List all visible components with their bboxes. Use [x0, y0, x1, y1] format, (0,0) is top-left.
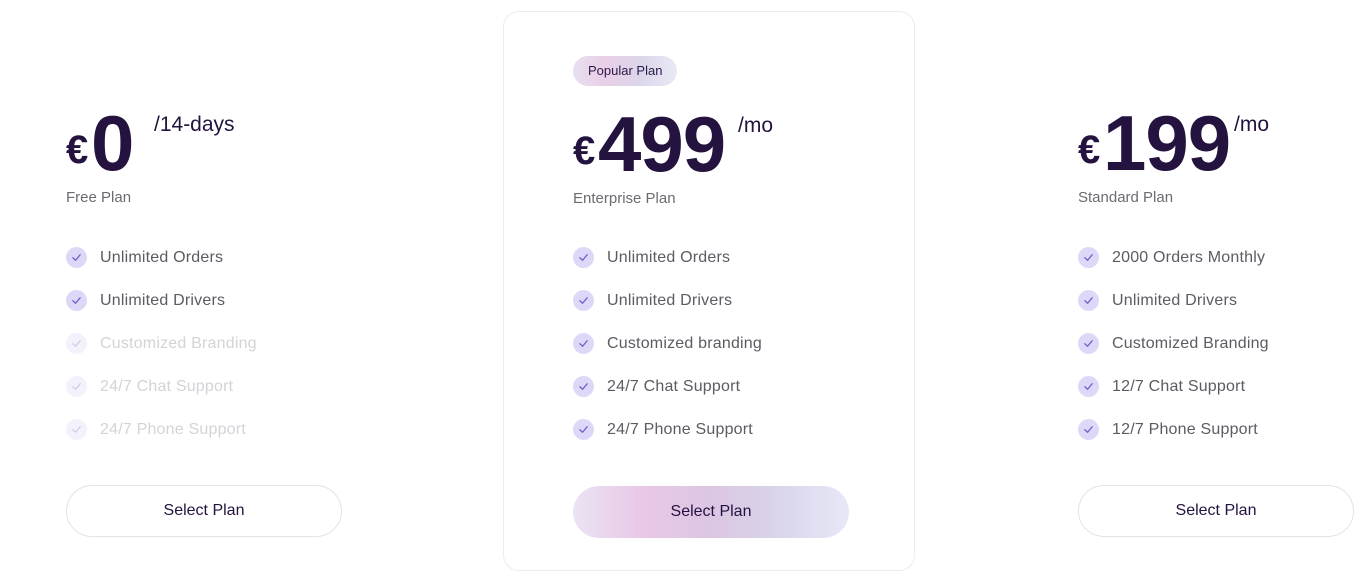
feature-item: Unlimited Orders	[66, 236, 326, 279]
select-plan-button-primary[interactable]: Select Plan	[573, 486, 849, 538]
plan-name: Enterprise Plan	[573, 190, 676, 207]
plan-name: Standard Plan	[1078, 189, 1174, 206]
feature-item: Unlimited Drivers	[1078, 279, 1358, 322]
feature-item: Customized Branding	[1078, 322, 1358, 365]
feature-list: 2000 Orders Monthly Unlimited Drivers Cu…	[1078, 236, 1358, 451]
feature-label: Unlimited Drivers	[1112, 291, 1238, 309]
feature-item: 24/7 Phone Support	[573, 408, 873, 451]
feature-label: Unlimited Orders	[100, 248, 224, 266]
price-period: /14-days	[154, 113, 235, 136]
feature-list: Unlimited Orders Unlimited Drivers Custo…	[573, 236, 873, 451]
check-icon	[66, 290, 87, 311]
feature-item-disabled: Customized Branding	[66, 322, 326, 365]
feature-label: 24/7 Chat Support	[100, 377, 234, 395]
feature-label: 2000 Orders Monthly	[1112, 248, 1266, 266]
feature-label: 24/7 Phone Support	[607, 420, 753, 438]
feature-item: 12/7 Chat Support	[1078, 365, 1358, 408]
check-icon	[573, 333, 594, 354]
popular-badge: Popular Plan	[573, 56, 678, 86]
check-icon	[573, 419, 594, 440]
price-amount: 499	[598, 100, 726, 188]
feature-item: Customized branding	[573, 322, 873, 365]
check-icon	[1078, 376, 1099, 397]
feature-item: 2000 Orders Monthly	[1078, 236, 1358, 279]
price-amount: 199	[1103, 99, 1231, 187]
currency-symbol: €	[1078, 128, 1101, 172]
price-amount: 0	[91, 99, 134, 187]
feature-label: Customized Branding	[100, 334, 257, 352]
currency-symbol: €	[66, 128, 89, 172]
feature-list: Unlimited Orders Unlimited Drivers Custo…	[66, 236, 326, 451]
check-icon	[66, 376, 87, 397]
feature-item: 12/7 Phone Support	[1078, 408, 1358, 451]
price-period: /mo	[1234, 113, 1270, 136]
check-icon	[66, 247, 87, 268]
feature-label: 12/7 Chat Support	[1112, 377, 1246, 395]
check-icon	[573, 247, 594, 268]
feature-label: 24/7 Chat Support	[607, 377, 741, 395]
check-icon	[1078, 290, 1099, 311]
check-icon	[1078, 247, 1099, 268]
feature-label: Customized Branding	[1112, 334, 1269, 352]
feature-label: 24/7 Phone Support	[100, 420, 246, 438]
feature-label: Customized branding	[607, 334, 762, 352]
check-icon	[1078, 419, 1099, 440]
price-period: /mo	[738, 114, 774, 137]
check-icon	[1078, 333, 1099, 354]
select-plan-button[interactable]: Select Plan	[1078, 485, 1354, 537]
plan-card-enterprise: Popular Plan € 499 /mo Enterprise Plan U…	[503, 11, 915, 571]
feature-item: Unlimited Drivers	[66, 279, 326, 322]
feature-item-disabled: 24/7 Chat Support	[66, 365, 326, 408]
feature-label: Unlimited Orders	[607, 248, 731, 266]
feature-item: Unlimited Orders	[573, 236, 873, 279]
select-plan-button[interactable]: Select Plan	[66, 485, 342, 537]
check-icon	[66, 333, 87, 354]
feature-item: Unlimited Drivers	[573, 279, 873, 322]
check-icon	[573, 376, 594, 397]
feature-item: 24/7 Chat Support	[573, 365, 873, 408]
plan-name: Free Plan	[66, 189, 132, 206]
feature-item-disabled: 24/7 Phone Support	[66, 408, 326, 451]
check-icon	[66, 419, 87, 440]
feature-label: Unlimited Drivers	[100, 291, 226, 309]
check-icon	[573, 290, 594, 311]
feature-label: 12/7 Phone Support	[1112, 420, 1258, 438]
feature-label: Unlimited Drivers	[607, 291, 733, 309]
currency-symbol: €	[573, 129, 596, 173]
